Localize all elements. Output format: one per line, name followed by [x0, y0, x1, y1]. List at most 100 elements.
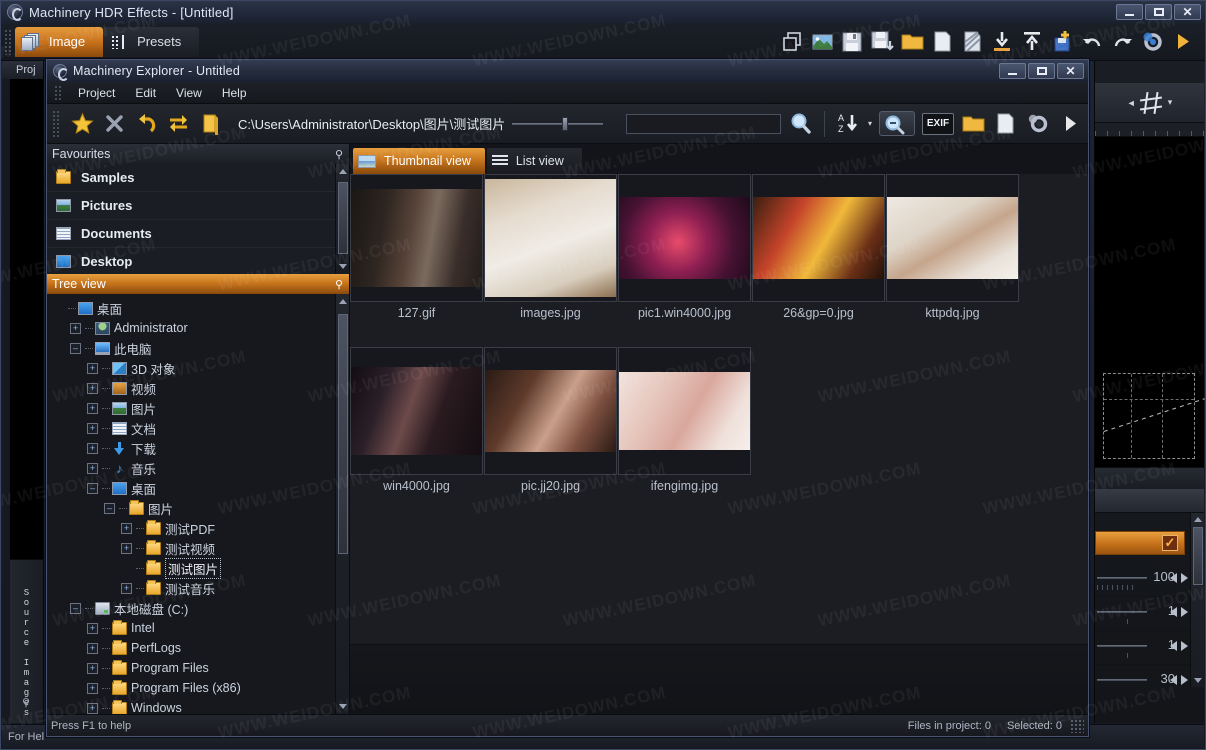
tree-item[interactable]: 测试图片 [47, 557, 349, 579]
tree-item[interactable]: – 本地磁盘 (C:) [47, 598, 349, 618]
maximize-button[interactable] [1145, 4, 1172, 20]
expand-toggle-icon[interactable]: + [87, 382, 98, 394]
tree-item[interactable]: – 此电脑 [47, 338, 349, 358]
chevron-left-icon[interactable]: ◄ [1127, 98, 1136, 108]
refresh-icon[interactable] [166, 111, 191, 136]
scroll-up-icon[interactable] [1194, 517, 1202, 522]
slider-row-2[interactable]: 1 [1095, 597, 1190, 631]
project-tab[interactable]: Proj [2, 61, 43, 79]
thumbnail-cell[interactable] [752, 174, 885, 302]
tree-view-pin-icon[interactable]: ⚲ [335, 278, 343, 291]
tree-item[interactable]: + Administrator [47, 318, 349, 338]
tree-item[interactable]: + 文档 [47, 418, 349, 438]
resize-grip[interactable] [1070, 718, 1084, 733]
undo-arrow-icon[interactable] [134, 111, 159, 136]
menu-item-edit[interactable]: Edit [126, 84, 165, 102]
checkmark-icon[interactable]: ✓ [1162, 535, 1178, 551]
collapse-toggle-icon[interactable]: – [87, 482, 98, 494]
menu-item-project[interactable]: Project [69, 84, 124, 102]
scroll-up-icon[interactable] [339, 169, 347, 174]
expand-toggle-icon[interactable]: + [121, 582, 132, 594]
import-icon[interactable] [990, 29, 1015, 54]
thumbnail-cell[interactable] [350, 174, 483, 302]
settings-icon[interactable] [1140, 29, 1165, 54]
folder-icon[interactable] [198, 111, 223, 136]
slider-stepper-4[interactable] [1170, 673, 1188, 687]
zoom-out-icon[interactable] [879, 111, 915, 136]
exif-button[interactable]: EXIF [922, 112, 954, 135]
expand-toggle-icon[interactable]: + [87, 442, 98, 454]
expand-toggle-icon[interactable]: + [87, 622, 98, 634]
thumbnail-size-slider[interactable] [512, 114, 604, 134]
expand-toggle-icon[interactable]: + [87, 462, 98, 474]
tree-item[interactable]: + PerfLogs [47, 638, 349, 658]
sort-dropdown-arrow-icon[interactable]: ▾ [868, 119, 872, 128]
preview-canvas[interactable] [1095, 137, 1205, 467]
explorer-close-button[interactable]: ✕ [1057, 63, 1084, 79]
scroll-down-icon[interactable] [339, 264, 347, 269]
pin-icon[interactable]: ⚲ [22, 696, 30, 709]
slider-stepper-1[interactable] [1170, 571, 1188, 585]
undo-icon[interactable] [1080, 29, 1105, 54]
open-folder-icon[interactable] [961, 111, 986, 136]
play-icon[interactable] [1057, 111, 1082, 136]
right-panel-scrollbar[interactable] [1190, 513, 1204, 687]
scrollbar-thumb[interactable] [338, 314, 348, 554]
slider-stepper-2[interactable] [1170, 605, 1188, 619]
save-icon[interactable] [840, 29, 865, 54]
tab-image[interactable]: Image [15, 26, 104, 57]
expand-toggle-icon[interactable]: + [121, 542, 132, 554]
minimize-button[interactable] [1116, 4, 1143, 20]
tree-item[interactable]: + 视频 [47, 378, 349, 398]
scrollbar-thumb[interactable] [338, 182, 348, 254]
tree-item[interactable]: + 测试PDF [47, 518, 349, 538]
thumbnail-cell[interactable] [618, 347, 751, 475]
collapse-toggle-icon[interactable]: – [104, 502, 115, 514]
add-save-icon[interactable] [1050, 29, 1075, 54]
star-icon[interactable] [70, 111, 95, 136]
toolbar-grip[interactable] [4, 28, 11, 55]
redo-icon[interactable] [1110, 29, 1135, 54]
explorer-minimize-button[interactable] [999, 63, 1026, 79]
tree-item[interactable]: – 图片 [47, 498, 349, 518]
thumbnail-cell[interactable] [484, 347, 617, 475]
expand-toggle-icon[interactable]: + [87, 402, 98, 414]
slider-stepper-3[interactable] [1170, 639, 1188, 653]
expand-toggle-icon[interactable]: + [121, 522, 132, 534]
favourite-item-pictures[interactable]: Pictures [47, 192, 349, 220]
explorer-toolbar-grip[interactable] [52, 109, 59, 138]
tone-curve[interactable] [1103, 373, 1205, 459]
close-button[interactable]: ✕ [1174, 4, 1201, 20]
close-x-icon[interactable] [102, 111, 127, 136]
tree-scrollbar[interactable] [335, 294, 349, 714]
search-input[interactable] [626, 113, 782, 134]
tree-item[interactable]: + Windows [47, 698, 349, 714]
thumbnail-cell[interactable] [484, 174, 617, 302]
tree-item[interactable]: + 测试视频 [47, 538, 349, 558]
favourite-item-documents[interactable]: Documents [47, 220, 349, 248]
tree-item[interactable]: + ♪ 音乐 [47, 458, 349, 478]
expand-toggle-icon[interactable]: + [87, 662, 98, 674]
scroll-up-icon[interactable] [339, 299, 347, 304]
tree-item[interactable]: + Intel [47, 618, 349, 638]
gear-icon[interactable] [1025, 111, 1050, 136]
effect-enable-row[interactable]: ✓ [1095, 531, 1185, 555]
save-as-icon[interactable] [870, 29, 895, 54]
tab-presets[interactable]: Presets [103, 26, 200, 57]
magnifier-icon[interactable] [788, 111, 813, 136]
collapse-toggle-icon[interactable]: – [70, 602, 81, 614]
tree-view[interactable]: 桌面 + Administrator – 此电脑 +3D 对象 + 视频 + 图片 + 文档 + 下载 + ♪… [47, 294, 349, 714]
thumbnail-grid[interactable]: 127.gif images.jpg pic1.win4000.jpg 26&gp=0… [350, 174, 1088, 644]
batch-icon[interactable] [960, 29, 985, 54]
favourites-scrollbar[interactable] [335, 164, 349, 274]
menu-item-view[interactable]: View [167, 84, 211, 102]
favourite-item-samples[interactable]: Samples [47, 164, 349, 192]
scroll-down-icon[interactable] [1194, 678, 1202, 683]
expand-toggle-icon[interactable]: + [87, 362, 98, 374]
new-file-icon[interactable] [930, 29, 955, 54]
scrollbar-thumb[interactable] [1193, 527, 1203, 585]
slider-row-4[interactable]: 30 [1095, 665, 1190, 699]
crop-icon[interactable] [1139, 91, 1164, 114]
expand-toggle-icon[interactable]: + [70, 322, 81, 334]
favourites-pin-icon[interactable]: ⚲ [335, 148, 343, 161]
